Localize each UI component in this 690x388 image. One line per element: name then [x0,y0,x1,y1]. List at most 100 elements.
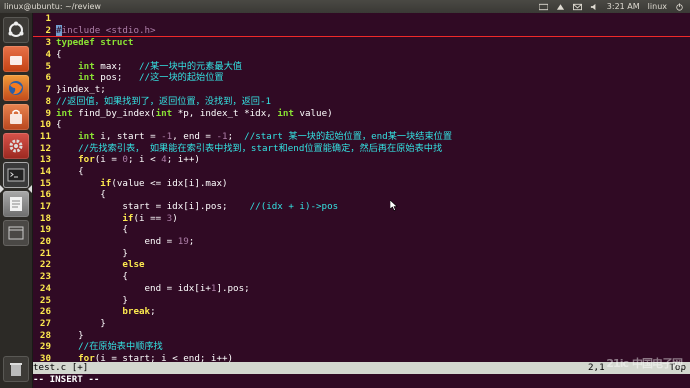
code-line[interactable]: 19 { [33,224,690,236]
line-number: 19 [39,224,51,236]
code-line[interactable]: 24 end = idx[i+1].pos; [33,283,690,295]
code-line[interactable]: 11 int i, start = -1, end = -1; //start … [33,131,690,143]
editor-buffer[interactable]: 1 2 #include <stdio.h> 3 typedef struct 4{5 i… [33,13,690,365]
code-line[interactable]: 15 if(value <= idx[i].max) [33,178,690,190]
code-line[interactable]: 22 else [33,259,690,271]
code-line[interactable]: 7}index_t; [33,84,690,96]
dash-home-button[interactable] [3,17,29,43]
line-number: 1 [45,13,51,24]
line-number: 15 [39,177,51,189]
terminal-window[interactable]: 1 2 #include <stdio.h> 3 typedef struct 4{5 i… [33,13,690,388]
code-line[interactable]: 3 typedef struct [33,37,690,49]
firefox-button[interactable] [3,75,29,101]
system-tray: 3:21 AM linux [538,0,684,13]
software-center-button[interactable] [3,104,29,130]
watermark-sub: 中国电子网 [632,357,683,370]
code-line[interactable]: 16 { [33,189,690,201]
code-line[interactable]: 21 } [33,248,690,260]
code-token: ].max) [194,177,228,189]
code-token: { [56,189,106,201]
line-number: 27 [39,317,51,329]
line-number: 25 [39,294,51,306]
code-line[interactable]: 10 { [33,119,690,131]
terminal-button[interactable] [3,162,29,188]
code-line[interactable]: 29 //在原始表中顺序找 [33,341,690,353]
trash-icon [10,363,22,376]
code-line[interactable]: 28 } [33,330,690,342]
vim-statusline: test.c [+] 2,1 Top [33,362,690,374]
top-panel: linux@ubuntu: ~/review 3:21 AM linux [0,0,690,13]
line-number: 9 [45,107,51,119]
code-line[interactable]: 25 } [33,295,690,307]
power-icon[interactable] [675,2,684,11]
code-line[interactable]: 17 start = idx[i].pos; //(idx + i)->pos [33,201,690,213]
mail-icon[interactable] [572,3,582,11]
code-token: start = idx[ [56,201,189,212]
code-line[interactable]: 9 int find_by_index(int *p, index_t *idx,… [33,108,690,120]
clock[interactable]: 3:21 AM [607,0,640,13]
code-line[interactable]: 20 end = 19; [33,236,690,248]
line-number: 3 [45,37,51,49]
code-line[interactable]: 18 if(i == 3) [33,213,690,225]
line-number: 17 [39,201,51,212]
launcher [0,13,33,388]
code-line[interactable]: 13 for(i = 0; i < 4; i++) [33,154,690,166]
system-settings-button[interactable] [3,133,29,159]
line-number: 5 [45,60,51,72]
line-number: 4 [45,49,51,61]
workspace-switcher-button[interactable] [3,220,29,246]
user-menu[interactable]: linux [648,0,667,13]
code-line[interactable]: 2 #include <stdio.h> [33,24,690,38]
code-line[interactable]: 5 int max; //某一块中的元素最大值 [33,61,690,73]
shopping-bag-icon [10,109,22,124]
code-token: if [100,177,112,189]
code-token: ; [227,130,245,142]
workspace-icon [8,226,24,240]
code-line[interactable]: 23 { [33,271,690,283]
code-token: //start 某一块的起始位置，end某一块结束位置 [244,130,453,142]
code-line[interactable]: 14 { [33,166,690,178]
network-icon[interactable] [556,3,565,11]
line-number: 21 [39,247,51,259]
code-token: pos; [94,72,140,84]
code-token: } [56,247,128,259]
line-number: 26 [39,306,51,318]
trash-button[interactable] [3,356,29,382]
code-token: { [56,165,84,177]
text-editor-button[interactable] [3,191,29,217]
code-line[interactable]: 6 int pos; //这一块的起始位置 [33,72,690,84]
line-number: 24 [39,282,51,294]
text-editor-icon [10,197,22,211]
line-number: 8 [45,95,51,107]
code-line[interactable]: 1 [33,13,690,25]
code-token: typedef struct [56,37,134,49]
status-filename: test.c [+] [33,362,89,373]
line-number: 6 [45,72,51,84]
ubuntu-one-button[interactable] [3,46,29,72]
code-token: ].pos; [216,282,250,294]
code-token: //先找索引表， 如果能在索引表中找到，start和end位置能确定，然后再在原… [78,142,443,154]
code-line[interactable]: 27 } [33,318,690,330]
code-token: { [56,271,128,283]
code-line[interactable]: 26 break; [33,306,690,318]
line-number: 14 [39,165,51,177]
firefox-icon [9,81,23,95]
code-line[interactable]: 8 //返回值，如果找到了，返回位置，没找到，返回-1 [33,96,690,108]
code-token: ; i++) [166,154,200,166]
volume-icon[interactable] [590,3,599,11]
code-token: -1 [216,130,228,142]
line-number: 18 [39,212,51,224]
keyboard-icon[interactable] [538,3,548,11]
code-token: } [56,329,84,341]
line-number: 20 [39,236,51,248]
code-token: //(idx + i)->pos [249,201,339,212]
code-line[interactable]: 4{ [33,49,690,61]
code-line[interactable]: 12 //先找索引表， 如果能在索引表中找到，start和end位置能确定，然后… [33,143,690,155]
running-indicator [0,185,4,193]
